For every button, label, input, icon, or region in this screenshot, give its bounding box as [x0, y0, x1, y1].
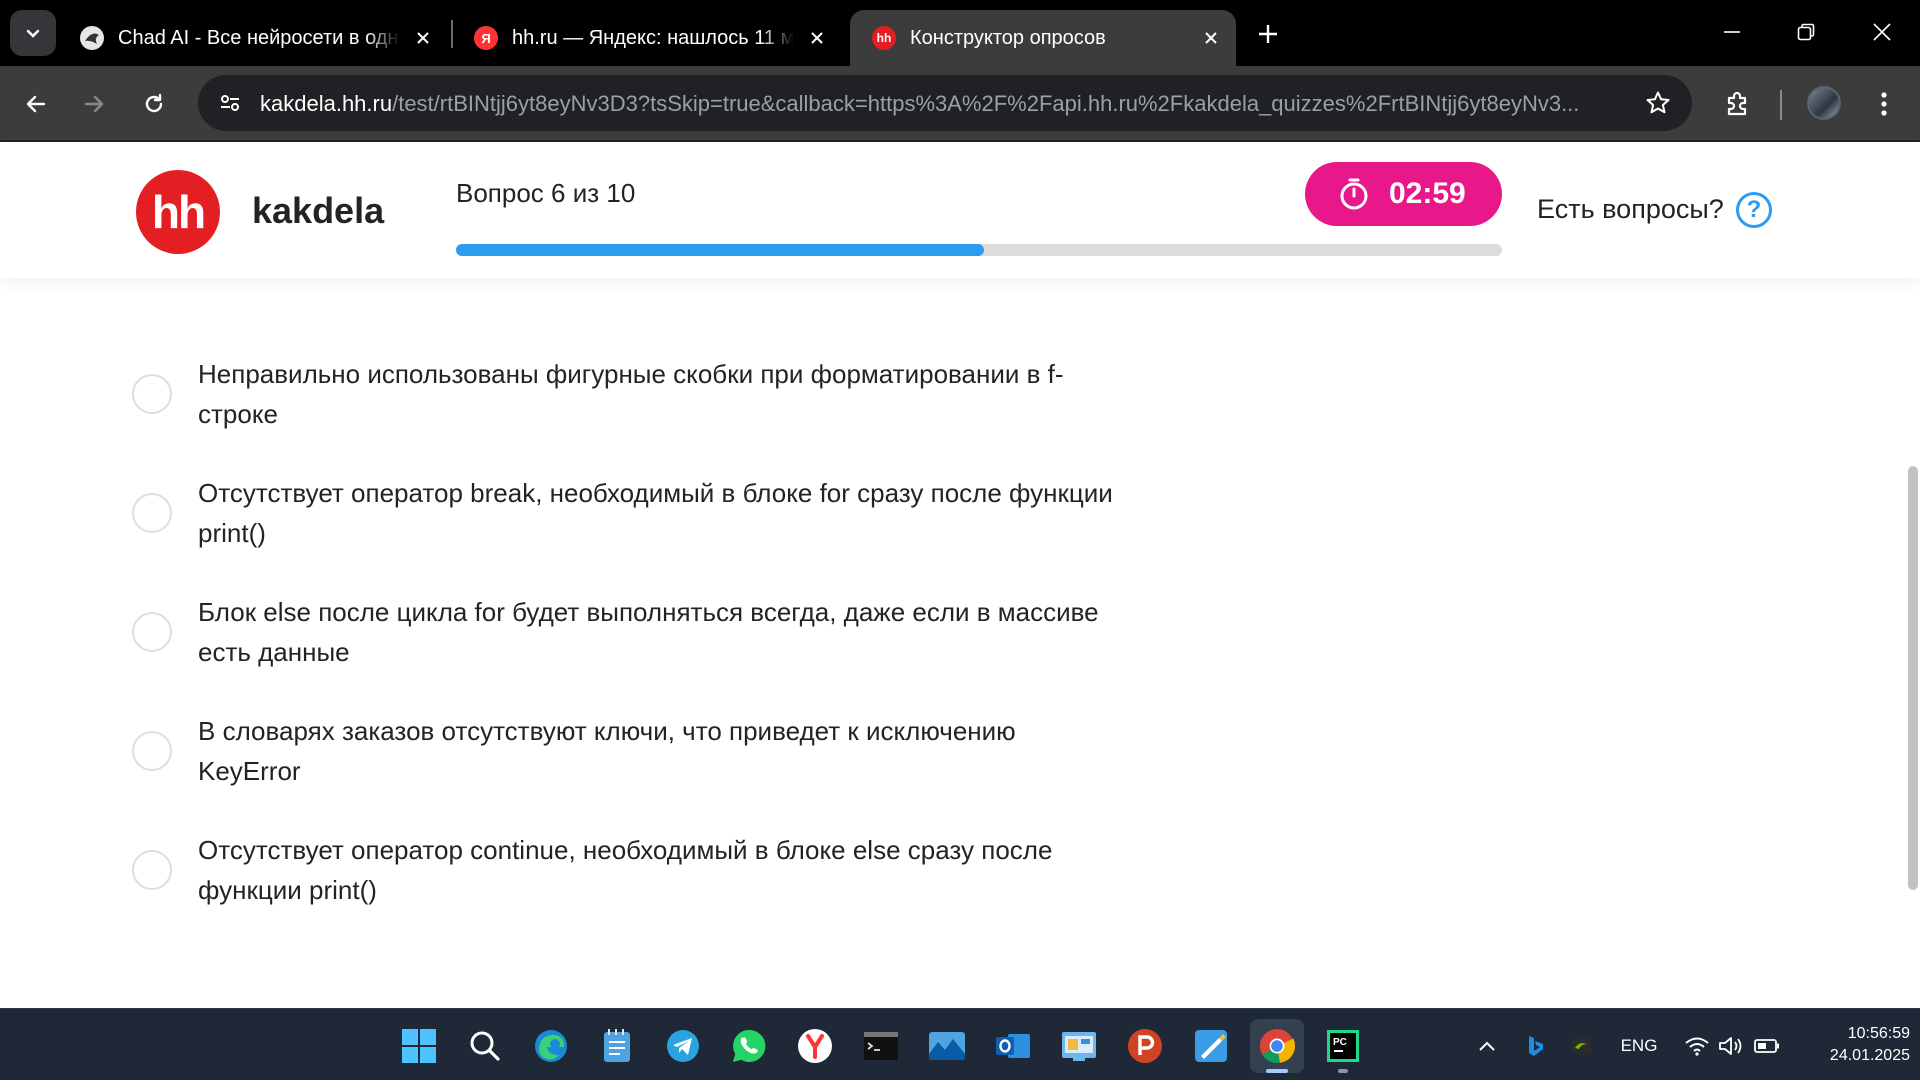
system-clock[interactable]: 10:56:59 24.01.2025 [1794, 1023, 1910, 1067]
bing-icon[interactable] [1520, 1031, 1550, 1061]
stopwatch-icon [1340, 178, 1368, 210]
quiz-header: hh kakdela Вопрос 6 из 10 02:59 Есть воп… [0, 144, 1920, 278]
input-language[interactable]: ENG [1616, 1031, 1662, 1061]
minimize-icon [1724, 31, 1740, 33]
yandex-favicon: Я [474, 26, 498, 50]
answer-option-text: В словарях заказов отсутствуют ключи, чт… [198, 716, 1016, 786]
restore-icon [1797, 23, 1815, 41]
help-link[interactable]: Есть вопросы? [1537, 194, 1724, 225]
photos-icon[interactable] [920, 1019, 974, 1073]
quiz-progress-fill [456, 244, 985, 256]
restore-button[interactable] [1776, 8, 1836, 56]
countdown-timer: 02:59 [1305, 162, 1502, 226]
chevron-down-icon [26, 29, 40, 38]
notepad-icon[interactable] [590, 1019, 644, 1073]
url-host: kakdela.hh.ru [260, 91, 393, 116]
question-counter: Вопрос 6 из 10 [456, 178, 636, 208]
forward-button[interactable] [72, 82, 116, 126]
brand-name: kakdela [252, 190, 385, 231]
show-hidden-icons-button[interactable] [1472, 1031, 1502, 1061]
close-icon[interactable] [1196, 23, 1226, 53]
hh-logo[interactable]: hh [136, 170, 220, 254]
answer-option-text: Блок else после цикла for будет выполнят… [198, 597, 1099, 667]
clock-time: 10:56:59 [1847, 1025, 1910, 1042]
minimize-button[interactable] [1702, 8, 1762, 56]
radio-button[interactable] [132, 493, 172, 533]
quiz-progress-bar [456, 244, 1502, 256]
back-button[interactable] [14, 82, 58, 126]
browser-toolbar: kakdela.hh.ru/test/rtBINtjj6yt8eyNv3D3?t… [0, 66, 1920, 142]
tab-search-button[interactable] [10, 10, 56, 56]
chrome-icon[interactable] [1250, 1019, 1304, 1073]
close-icon[interactable] [802, 23, 832, 53]
arrow-left-icon [26, 95, 46, 113]
telegram-icon[interactable] [656, 1019, 710, 1073]
search-icon[interactable] [458, 1019, 512, 1073]
answer-option-4[interactable]: В словарях заказов отсутствуют ключи, чт… [130, 707, 1130, 791]
edge-icon[interactable] [524, 1019, 578, 1073]
outlook-icon[interactable] [986, 1019, 1040, 1073]
site-info-icon[interactable] [212, 85, 248, 121]
close-window-button[interactable] [1852, 8, 1912, 56]
pycharm-icon[interactable]: PC [1316, 1019, 1370, 1073]
answer-option-text: Неправильно использованы фигурные скобки… [198, 359, 1064, 429]
radio-button[interactable] [132, 850, 172, 890]
bookmark-star-icon[interactable] [1640, 85, 1676, 121]
clock-date: 24.01.2025 [1829, 1047, 1910, 1064]
terminal-icon[interactable] [854, 1019, 908, 1073]
wifi-icon[interactable] [1682, 1031, 1712, 1061]
more-vertical-icon [1881, 92, 1887, 116]
timer-value: 02:59 [1389, 177, 1466, 210]
browser-menu-button[interactable] [1862, 82, 1906, 126]
svg-text:PC: PC [1333, 1037, 1347, 1048]
close-icon [1873, 23, 1891, 41]
tab-survey-builder[interactable]: hh Конструктор опросов [850, 10, 1236, 66]
reload-button[interactable] [132, 82, 176, 126]
hh-favicon: hh [872, 26, 896, 50]
answer-option-1[interactable]: Неправильно использованы фигурные скобки… [130, 350, 1130, 434]
whatsapp-icon[interactable] [722, 1019, 776, 1073]
url-text[interactable]: kakdela.hh.ru/test/rtBINtjj6yt8eyNv3D3?t… [260, 91, 1620, 117]
running-indicator [1266, 1069, 1288, 1073]
yandex-browser-icon[interactable] [788, 1019, 842, 1073]
radio-button[interactable] [132, 374, 172, 414]
browser-tab-strip: Chad AI - Все нейросети в одном Я hh.ru … [0, 0, 1920, 66]
chad-ai-favicon [80, 26, 104, 50]
reload-icon [145, 93, 163, 113]
arrow-right-icon [84, 95, 104, 113]
new-tab-button[interactable] [1250, 16, 1286, 52]
tab-chad-ai[interactable]: Chad AI - Все нейросети в одном [58, 10, 448, 66]
question-mark-icon[interactable]: ? [1736, 192, 1772, 228]
nvidia-icon[interactable] [1566, 1031, 1596, 1061]
plus-icon [1259, 25, 1277, 43]
close-icon[interactable] [408, 23, 438, 53]
address-bar[interactable]: kakdela.hh.ru/test/rtBINtjj6yt8eyNv3D3?t… [198, 75, 1692, 131]
profile-avatar[interactable] [1807, 86, 1841, 120]
toolbar-divider [1780, 90, 1782, 120]
windows-start-icon[interactable] [392, 1019, 446, 1073]
extensions-button[interactable] [1716, 82, 1760, 126]
powerpoint-icon[interactable] [1118, 1019, 1172, 1073]
answer-option-2[interactable]: Отсутствует оператор break, необходимый … [130, 469, 1130, 553]
answer-option-text: Отсутствует оператор break, необходимый … [198, 478, 1113, 548]
tab-yandex-search[interactable]: Я hh.ru — Яндекс: нашлось 11 млн [452, 10, 842, 66]
tab-title: hh.ru — Яндекс: нашлось 11 млн [512, 26, 794, 49]
page-scrollbar[interactable] [1908, 466, 1918, 890]
answer-option-5[interactable]: Отсутствует оператор continue, необходим… [130, 826, 1130, 910]
running-indicator [1338, 1069, 1348, 1073]
answer-option-3[interactable]: Блок else после цикла for будет выполнят… [130, 588, 1130, 672]
volume-icon[interactable] [1716, 1031, 1746, 1061]
control-panel-icon[interactable] [1052, 1019, 1106, 1073]
radio-button[interactable] [132, 612, 172, 652]
chevron-up-icon [1479, 1041, 1495, 1051]
paint-icon[interactable] [1184, 1019, 1238, 1073]
windows-taskbar: PC ENG 10:56:59 24.01.2025 [0, 1008, 1920, 1080]
battery-icon[interactable] [1752, 1031, 1782, 1061]
radio-button[interactable] [132, 731, 172, 771]
tab-title: Chad AI - Все нейросети в одном [118, 26, 400, 49]
puzzle-icon [1727, 91, 1747, 116]
answer-option-text: Отсутствует оператор continue, необходим… [198, 835, 1053, 905]
url-path: /test/rtBINtjj6yt8eyNv3D3?tsSkip=true&ca… [392, 91, 1580, 116]
tab-title: Конструктор опросов [910, 26, 1106, 49]
